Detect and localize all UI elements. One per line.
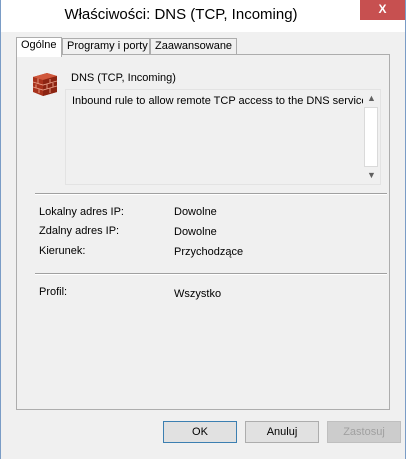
background-strip	[406, 0, 416, 459]
direction-value: Przychodzące	[174, 246, 244, 258]
remote-ip-value: Dowolne	[174, 226, 217, 238]
general-tab-panel: DNS (TCP, Incoming) Inbound rule to allo…	[16, 54, 390, 410]
properties-dialog: Właściwości: DNS (TCP, Incoming) X Ogóln…	[0, 0, 406, 459]
local-ip-value: Dowolne	[174, 206, 217, 218]
rule-name[interactable]: DNS (TCP, Incoming)	[71, 72, 176, 84]
direction-label: Kierunek:	[39, 245, 86, 257]
divider	[35, 193, 387, 195]
remote-ip-label: Zdalny adres IP:	[39, 225, 120, 237]
scroll-down-arrow-icon[interactable]: ▼	[363, 167, 380, 184]
tab-advanced[interactable]: Zaawansowane	[150, 38, 237, 54]
close-button[interactable]: X	[360, 0, 405, 20]
tab-programs-ports[interactable]: Programy i porty	[62, 38, 150, 54]
tab-advanced-label: Zaawansowane	[155, 40, 233, 52]
rule-description: Inbound rule to allow remote TCP access …	[72, 95, 371, 107]
profile-label: Profil:	[39, 286, 68, 298]
scroll-track[interactable]	[364, 107, 378, 167]
tab-programs-ports-label: Programy i porty	[67, 40, 148, 52]
close-icon: X	[378, 2, 387, 16]
ok-button[interactable]: OK	[163, 421, 237, 443]
description-scrollbar[interactable]: ▲ ▼	[363, 90, 380, 184]
description-box[interactable]: Inbound rule to allow remote TCP access …	[65, 89, 381, 185]
scroll-up-arrow-icon[interactable]: ▲	[363, 90, 380, 107]
title-bar[interactable]: Właściwości: DNS (TCP, Incoming) X	[1, 0, 405, 32]
tab-general-label: Ogólne	[21, 39, 57, 51]
cancel-button[interactable]: Anuluj	[245, 421, 319, 443]
divider	[35, 273, 387, 275]
tab-general[interactable]: Ogólne	[16, 37, 62, 57]
local-ip-label: Lokalny adres IP:	[39, 206, 124, 218]
apply-button[interactable]: Zastosuj	[327, 421, 401, 443]
firewall-brick-icon	[31, 71, 59, 97]
profile-value: Wszystko	[174, 288, 222, 300]
window-title: Właściwości: DNS (TCP, Incoming)	[64, 6, 298, 23]
